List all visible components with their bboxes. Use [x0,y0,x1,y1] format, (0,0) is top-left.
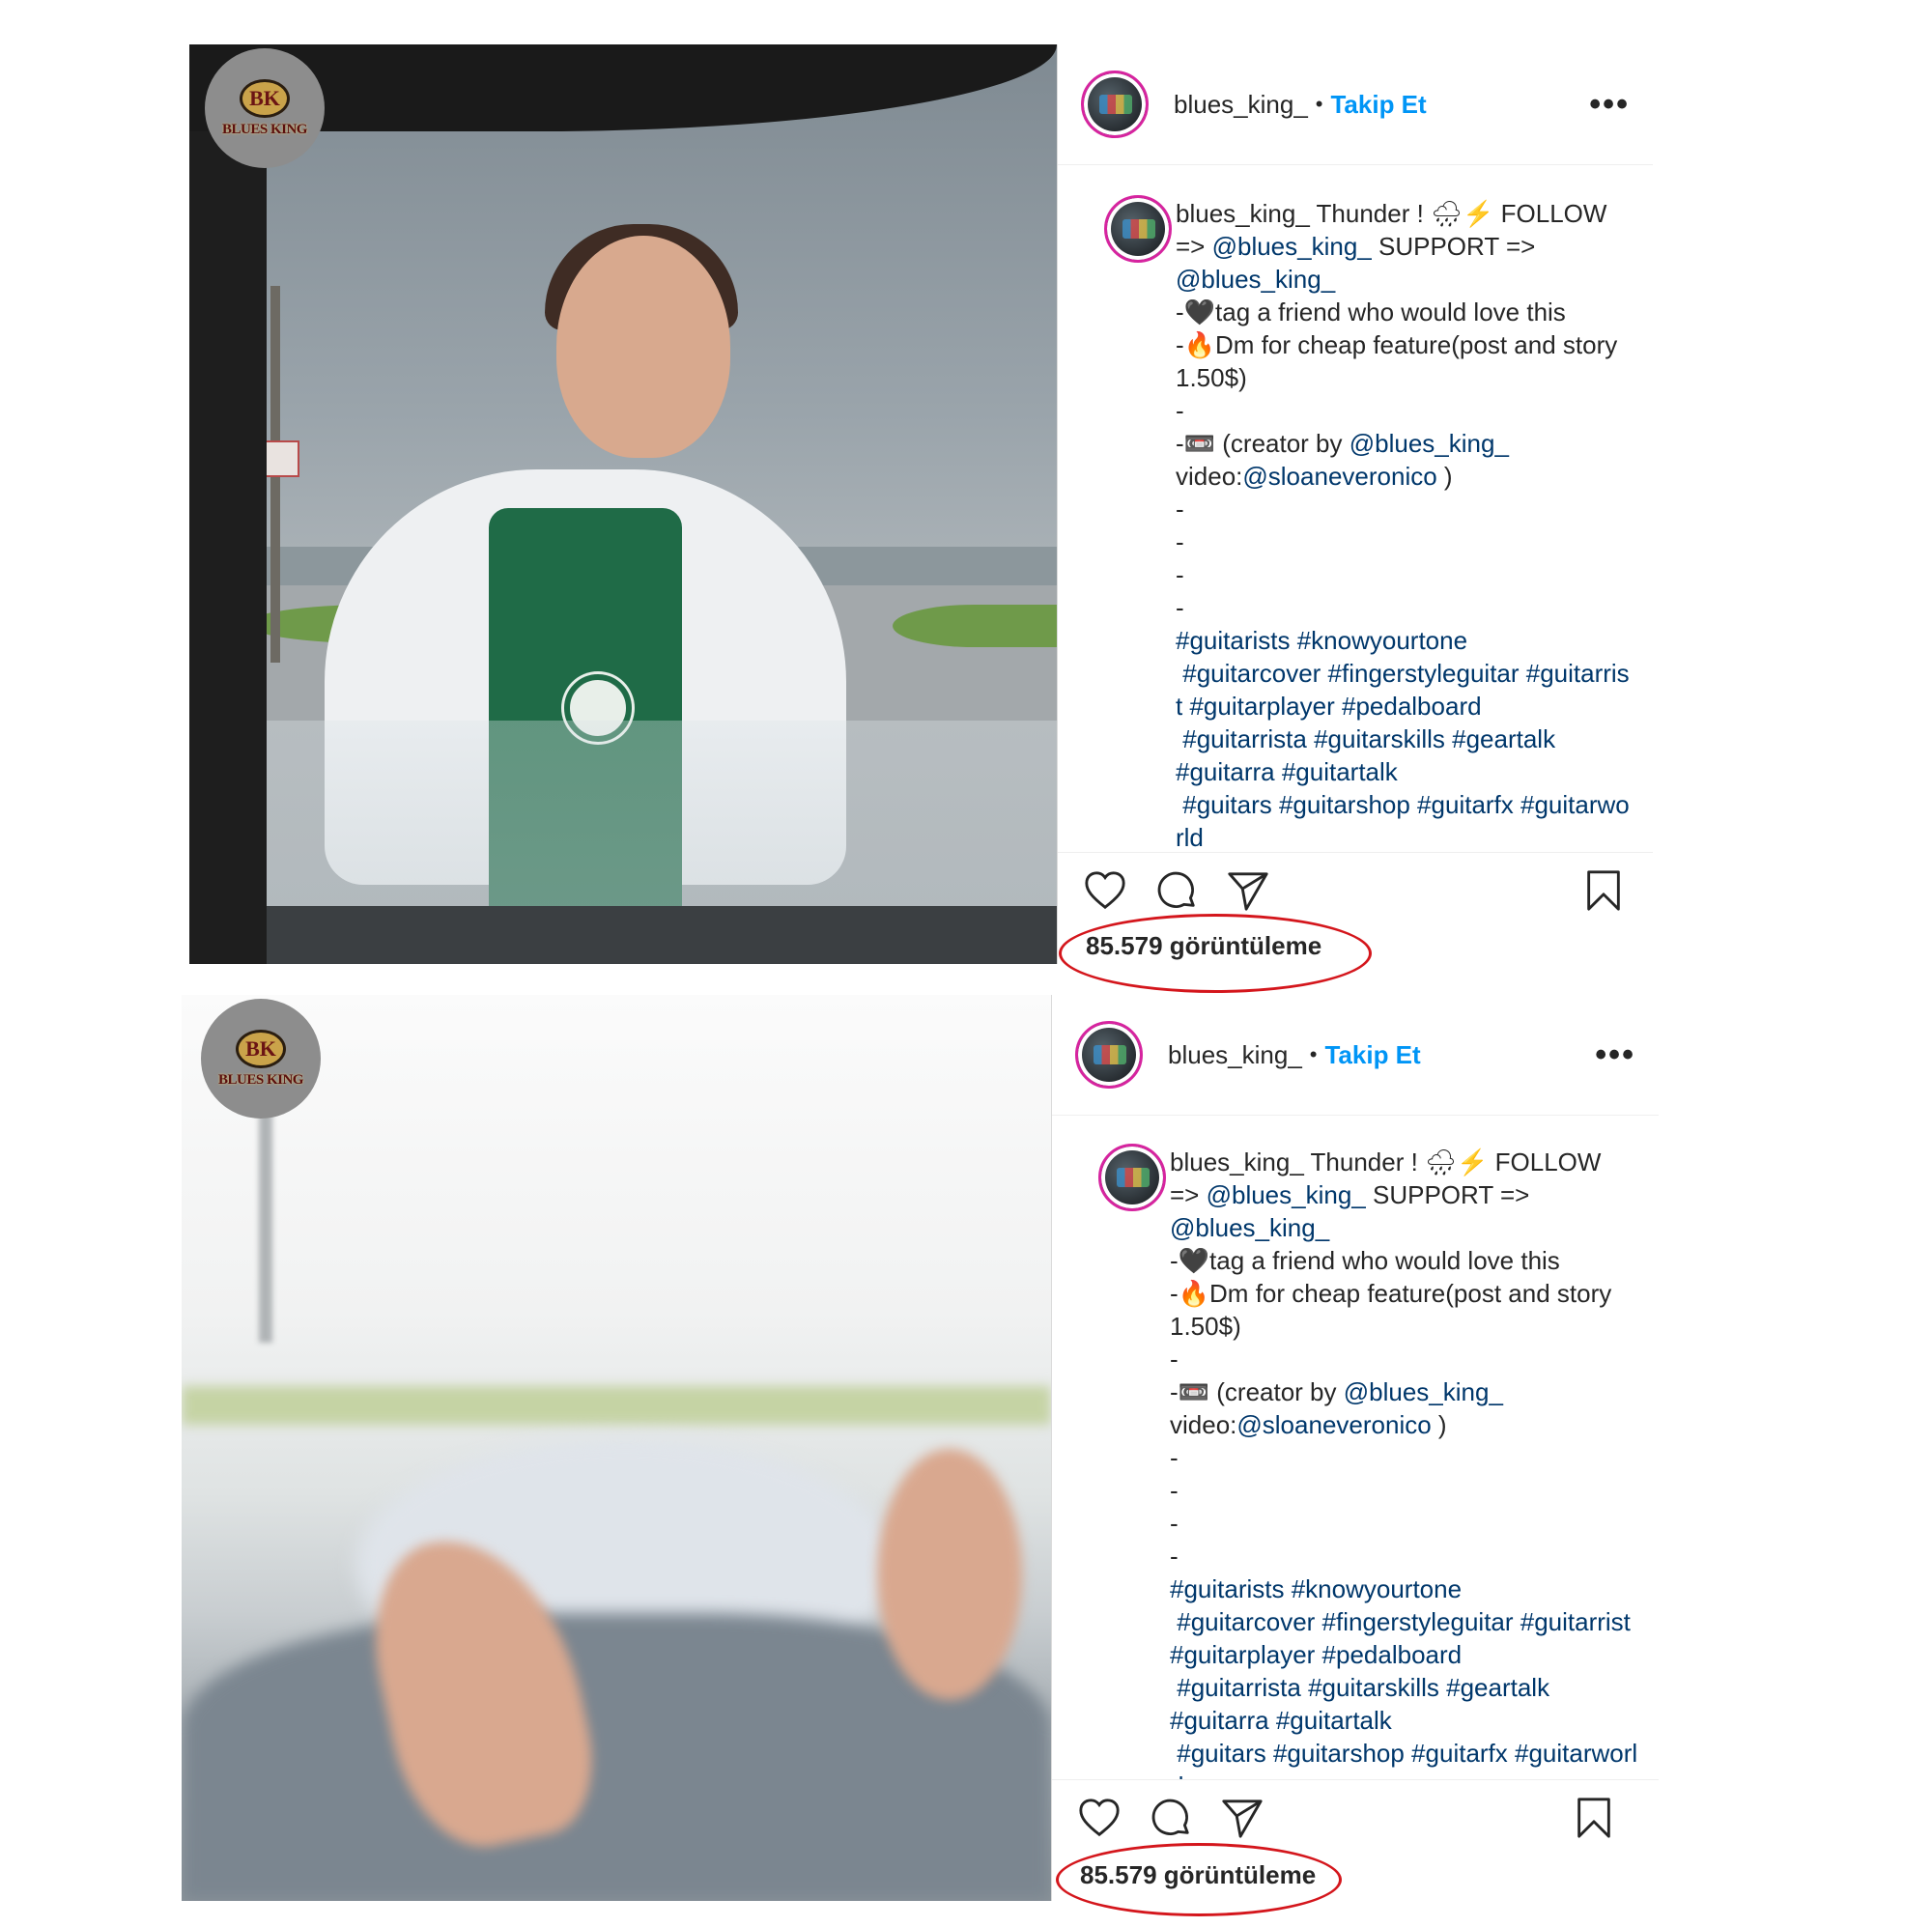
share-icon[interactable] [1218,1794,1266,1842]
mention-link[interactable]: @blues_king_ [1170,1213,1329,1242]
action-bar [1052,1779,1659,1861]
caption-part: video: [1170,1410,1237,1439]
logo-badge: BK [240,78,290,118]
post-video[interactable]: BK BLUES KING [182,995,1051,1901]
mention-link[interactable]: @blues_king_ [1350,429,1509,458]
video-frame-woman-at-car-window [189,44,1057,964]
caption-username[interactable]: blues_king_ [1170,1148,1304,1176]
caption-part: video: [1176,462,1243,491]
caption-area: blues_king_ Thunder ! 🌧⚡ FOLLOW => @blue… [1058,195,1653,852]
caption-part: SUPPORT => [1372,1180,1530,1209]
caption-text: blues_king_ Thunder ! 🌧⚡ FOLLOW => @blue… [1170,1146,1639,1779]
comment-icon[interactable] [1147,1794,1195,1842]
blues-king-logo: BK BLUES KING [205,48,325,168]
hashtags[interactable]: #guitarists #knowyourtone #guitarcover #… [1170,1574,1637,1779]
comment-icon[interactable] [1152,866,1201,915]
hashtags[interactable]: #guitarists #knowyourtone #guitarcover #… [1176,626,1630,852]
blues-king-logo: BK BLUES KING [201,999,321,1119]
mention-link[interactable]: @blues_king_ [1176,265,1335,294]
post-1: BK BLUES KING blues_king_ • Takip Et •••… [189,44,1653,993]
action-bar [1058,852,1653,934]
share-icon[interactable] [1224,866,1272,915]
logo-badge: BK [236,1029,286,1068]
post-header: blues_king_ • Takip Et ••• [1052,995,1659,1116]
follow-button[interactable]: Takip Et [1330,90,1426,120]
header-username[interactable]: blues_king_ [1168,1040,1302,1070]
more-icon[interactable]: ••• [1595,1036,1635,1074]
caption-avatar[interactable] [1098,1144,1166,1211]
mention-link[interactable]: @blues_king_ [1212,232,1372,261]
caption-text: blues_king_ Thunder ! 🌧⚡ FOLLOW => @blue… [1176,197,1634,852]
avatar[interactable] [1075,1021,1143,1089]
avatar[interactable] [1081,71,1149,138]
post-side-panel: blues_king_ • Takip Et ••• blues_king_ T… [1051,995,1659,1901]
bookmark-icon[interactable] [1579,866,1628,915]
heart-icon[interactable] [1075,1794,1123,1842]
separator-dot: • [1315,92,1323,116]
mention-link[interactable]: @blues_king_ [1207,1180,1366,1209]
mention-link[interactable]: @blues_king_ [1344,1377,1503,1406]
logo-name: BLUES KING [222,121,307,137]
logo-name: BLUES KING [218,1071,303,1088]
post-header: blues_king_ • Takip Et ••• [1058,44,1653,165]
caption-username[interactable]: blues_king_ [1176,199,1310,228]
heart-icon[interactable] [1081,866,1129,915]
caption-part: SUPPORT => [1378,232,1536,261]
video-frame-blurred-hands [182,995,1051,1901]
header-username[interactable]: blues_king_ [1174,90,1308,120]
follow-button[interactable]: Takip Et [1324,1040,1420,1070]
bookmark-icon[interactable] [1570,1794,1618,1842]
caption-area: blues_king_ Thunder ! 🌧⚡ FOLLOW => @blue… [1052,1144,1659,1779]
caption-avatar[interactable] [1104,195,1172,263]
mention-link[interactable]: @sloaneveronico [1242,462,1436,491]
separator-dot: • [1309,1042,1318,1066]
mention-link[interactable]: @sloaneveronico [1236,1410,1431,1439]
post-2: BK BLUES KING blues_king_ • Takip Et •••… [182,995,1659,1916]
more-icon[interactable]: ••• [1589,86,1630,124]
post-video[interactable]: BK BLUES KING [189,44,1057,964]
post-side-panel: blues_king_ • Takip Et ••• blues_king_ T… [1057,44,1653,964]
